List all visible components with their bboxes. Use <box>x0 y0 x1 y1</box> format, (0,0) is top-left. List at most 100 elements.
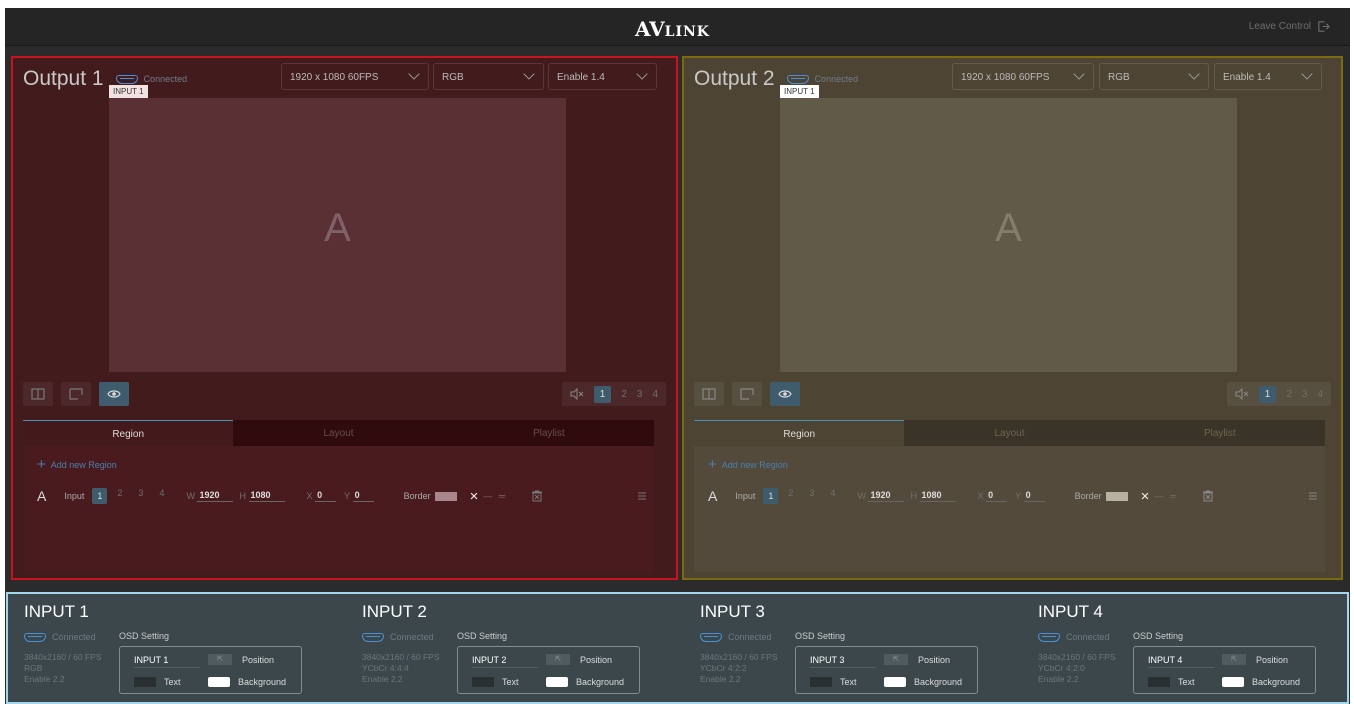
color-space-select[interactable]: RGB <box>1099 63 1209 90</box>
position-icon: ⇱ <box>884 654 908 665</box>
window-button[interactable] <box>61 382 91 406</box>
background-color-picker[interactable]: Background <box>546 677 624 687</box>
page-4[interactable]: 4 <box>652 389 658 400</box>
tab-playlist[interactable]: Playlist <box>443 420 654 446</box>
osd-name-input[interactable]: INPUT 4 <box>1148 655 1214 668</box>
canvas-tools <box>694 382 800 406</box>
tab-region[interactable]: Region <box>23 420 234 446</box>
page-1[interactable]: 1 <box>593 385 612 403</box>
page-3[interactable]: 3 <box>637 389 643 400</box>
input-option-2[interactable]: 2 <box>788 488 793 504</box>
output-canvas[interactable]: A <box>780 98 1237 372</box>
text-color-picker[interactable]: Text <box>810 677 857 687</box>
background-color-picker[interactable]: Background <box>1222 677 1300 687</box>
hdcp-select[interactable]: Enable 1.4 <box>1214 63 1322 90</box>
eye-icon <box>778 390 792 398</box>
split-view-button[interactable] <box>23 382 53 406</box>
osd-name-input[interactable]: INPUT 2 <box>472 655 538 668</box>
y-label: Y <box>1015 491 1022 501</box>
osd-setting-box: INPUT 2 ⇱ Position Text Background <box>457 646 640 694</box>
hdmi-icon <box>700 632 722 642</box>
input-option-3[interactable]: 3 <box>138 488 143 504</box>
background-color-picker[interactable]: Background <box>884 677 962 687</box>
header: AVLINK Leave Control <box>5 8 1350 46</box>
close-icon[interactable]: × <box>1141 488 1150 505</box>
background-color-swatch <box>884 677 906 687</box>
trash-icon[interactable] <box>1202 490 1214 502</box>
input-3-card: INPUT 3 Connected 3840x2160 / 60 FPS YCbC… <box>684 594 1014 702</box>
mute-icon[interactable] <box>1235 388 1249 400</box>
osd-name-input[interactable]: INPUT 3 <box>810 655 876 668</box>
border-style-icon[interactable]: — ═ <box>1154 491 1178 501</box>
input-option-4[interactable]: 4 <box>159 488 164 504</box>
split-view-button[interactable] <box>694 382 724 406</box>
position-button[interactable]: ⇱ Position <box>208 654 274 665</box>
color-space-select[interactable]: RGB <box>433 63 544 90</box>
input-signal-info: 3840x2160 / 60 FPS YCbCr 4:2:0 Enable 2.2 <box>1038 652 1116 684</box>
y-field[interactable]: 0 <box>1023 490 1045 502</box>
border-color-swatch[interactable] <box>1105 491 1128 501</box>
hdmi-icon <box>1038 632 1060 642</box>
x-field[interactable]: 0 <box>986 490 1008 502</box>
window-button[interactable] <box>732 382 762 406</box>
tab-playlist[interactable]: Playlist <box>1114 420 1325 446</box>
text-color-picker[interactable]: Text <box>1148 677 1195 687</box>
position-button[interactable]: ⇱ Position <box>1222 654 1288 665</box>
tab-region[interactable]: Region <box>694 420 905 446</box>
height-field[interactable]: 1080 <box>248 490 285 502</box>
output-canvas[interactable]: A <box>109 98 566 372</box>
chevron-down-icon <box>1073 68 1085 80</box>
border-color-swatch[interactable] <box>434 491 457 501</box>
add-region-button[interactable]: + Add new Region <box>37 456 117 473</box>
hdcp-select[interactable]: Enable 1.4 <box>548 63 657 90</box>
preview-button[interactable] <box>99 382 129 406</box>
tab-layout[interactable]: Layout <box>233 420 444 446</box>
window-icon <box>69 388 83 400</box>
leave-control-button[interactable]: Leave Control <box>1249 20 1330 33</box>
page-4[interactable]: 4 <box>1317 389 1323 400</box>
text-color-picker[interactable]: Text <box>134 677 181 687</box>
height-label: H <box>910 491 917 501</box>
resolution-select[interactable]: 1920 x 1080 60FPS <box>952 63 1094 90</box>
plus-icon: + <box>708 456 717 473</box>
app-frame: AVLINK Leave Control Output 1 Connected … <box>5 8 1350 704</box>
input-option-2[interactable]: 2 <box>117 488 122 504</box>
plus-icon: + <box>37 456 46 473</box>
width-label: W <box>857 491 866 501</box>
trash-icon[interactable] <box>531 490 543 502</box>
preview-button[interactable] <box>770 382 800 406</box>
x-field[interactable]: 0 <box>315 490 337 502</box>
page-1[interactable]: 1 <box>1258 385 1277 403</box>
resolution-select[interactable]: 1920 x 1080 60FPS <box>281 63 429 90</box>
width-field[interactable]: 1920 <box>868 490 905 502</box>
mute-icon[interactable] <box>570 388 584 400</box>
page-2[interactable]: 2 <box>1286 389 1292 400</box>
border-style-icon[interactable]: — ═ <box>483 491 507 501</box>
input-option-1[interactable]: 1 <box>763 488 779 504</box>
width-field[interactable]: 1920 <box>197 490 234 502</box>
split-icon <box>702 388 716 400</box>
drag-handle-icon[interactable] <box>637 491 647 501</box>
page-3[interactable]: 3 <box>1302 389 1308 400</box>
position-button[interactable]: ⇱ Position <box>884 654 950 665</box>
height-field[interactable]: 1080 <box>919 490 956 502</box>
page-2[interactable]: 2 <box>621 389 627 400</box>
hdmi-icon <box>24 632 46 642</box>
input-option-3[interactable]: 3 <box>809 488 814 504</box>
border-label: Border <box>1074 491 1102 501</box>
drag-handle-icon[interactable] <box>1308 491 1318 501</box>
output-tabs: Region Layout Playlist <box>694 420 1325 446</box>
text-color-picker[interactable]: Text <box>472 677 519 687</box>
osd-setting-label: OSD Setting <box>119 631 170 641</box>
input-option-1[interactable]: 1 <box>92 488 108 504</box>
input-title: INPUT 1 <box>24 602 89 621</box>
input-option-4[interactable]: 4 <box>830 488 835 504</box>
close-icon[interactable]: × <box>470 488 479 505</box>
tab-layout[interactable]: Layout <box>904 420 1115 446</box>
add-region-button[interactable]: + Add new Region <box>708 456 788 473</box>
region-letter: A <box>995 206 1022 250</box>
position-button[interactable]: ⇱ Position <box>546 654 612 665</box>
osd-name-input[interactable]: INPUT 1 <box>134 655 200 668</box>
background-color-picker[interactable]: Background <box>208 677 286 687</box>
y-field[interactable]: 0 <box>352 490 374 502</box>
